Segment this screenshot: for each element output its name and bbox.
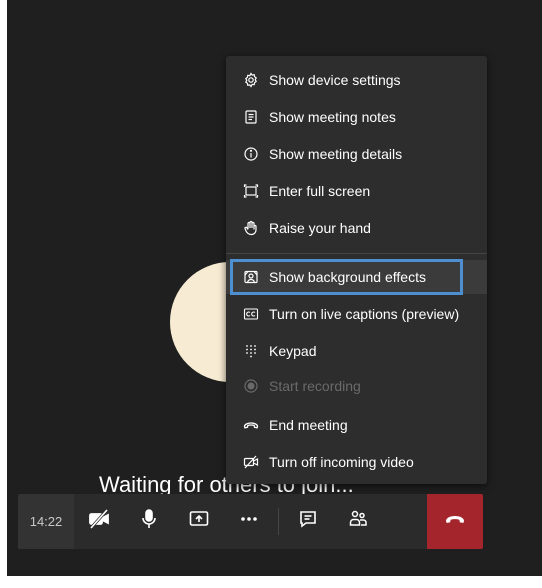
menu-item-label: End meeting — [269, 417, 348, 433]
menu-item-label: Show meeting details — [269, 146, 403, 162]
hang-up-button[interactable] — [427, 494, 483, 549]
chat-button[interactable] — [283, 494, 333, 549]
menu-item-label: Keypad — [269, 343, 317, 359]
menu-item-live-captions[interactable]: Turn on live captions (preview) — [226, 297, 487, 331]
info-icon — [242, 145, 260, 163]
menu-item-label: Turn on live captions (preview) — [269, 306, 460, 322]
menu-item-end-meeting[interactable]: End meeting — [226, 408, 487, 442]
menu-item-full-screen[interactable]: Enter full screen — [226, 174, 487, 208]
chat-icon — [297, 508, 319, 535]
menu-item-meeting-notes[interactable]: Show meeting notes — [226, 100, 487, 134]
menu-item-label: Show device settings — [269, 72, 401, 88]
participants-icon — [347, 508, 369, 535]
fullscreen-icon — [242, 182, 260, 200]
share-screen-icon — [188, 508, 210, 535]
more-options-icon — [238, 508, 260, 535]
menu-item-raise-hand[interactable]: Raise your hand — [226, 211, 487, 245]
keypad-icon — [242, 342, 260, 360]
menu-item-device-settings[interactable]: Show device settings — [226, 63, 487, 97]
focus-indicator — [230, 259, 463, 295]
microphone-icon — [138, 508, 160, 535]
menu-item-start-recording: Start recording — [226, 369, 487, 403]
share-screen-button[interactable] — [174, 494, 224, 549]
menu-item-label: Turn off incoming video — [269, 454, 414, 470]
menu-item-meeting-details[interactable]: Show meeting details — [226, 137, 487, 171]
menu-item-label: Raise your hand — [269, 220, 371, 236]
call-toolbar: 14:22 — [18, 494, 483, 549]
menu-divider — [226, 253, 487, 254]
more-options-menu: Show device settings Show meeting notes — [226, 56, 487, 484]
video-off-icon — [242, 453, 260, 471]
camera-off-icon — [88, 508, 110, 535]
hand-icon — [242, 219, 260, 237]
toolbar-divider — [278, 508, 279, 535]
record-icon — [242, 377, 260, 395]
gear-icon — [242, 71, 260, 89]
end-meeting-icon — [242, 416, 260, 434]
menu-item-label: Start recording — [269, 378, 361, 394]
hang-up-icon — [443, 507, 467, 536]
camera-toggle-button[interactable] — [74, 494, 124, 549]
more-options-button[interactable] — [224, 494, 274, 549]
menu-item-incoming-video-off[interactable]: Turn off incoming video — [226, 445, 487, 479]
captions-icon — [242, 305, 260, 323]
microphone-button[interactable] — [124, 494, 174, 549]
menu-item-label: Show meeting notes — [269, 109, 396, 125]
menu-item-keypad[interactable]: Keypad — [226, 334, 487, 368]
call-timer: 14:22 — [18, 494, 74, 549]
meeting-stage: E Waiting for others to join... Show dev… — [7, 0, 542, 576]
participants-button[interactable] — [333, 494, 383, 549]
notes-icon — [242, 108, 260, 126]
menu-item-label: Enter full screen — [269, 183, 371, 199]
